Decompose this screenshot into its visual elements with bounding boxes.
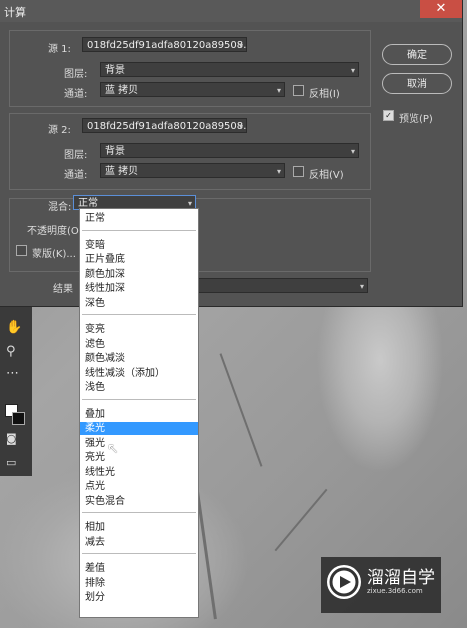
source1-channel-select[interactable]: 蓝 拷贝 ▾ xyxy=(100,82,285,97)
preview-checkbox[interactable]: ✓ xyxy=(383,110,394,121)
blend-mode-option[interactable]: 深色 xyxy=(80,297,198,310)
watermark-logo-icon xyxy=(327,565,361,599)
source1-invert-checkbox[interactable] xyxy=(293,85,304,96)
source1-channel-label: 通道: xyxy=(64,89,88,100)
blend-mode-dropdown: 正常变暗 正片叠底颜色加深 线性加深深色变亮滤色 颜色减淡线性减淡（添加） 浅色叠加 柔光… xyxy=(79,208,199,618)
source1-layer-label: 图层: xyxy=(64,69,88,80)
result-label: 结果 xyxy=(53,284,73,295)
watermark-url: zixue.3d66.com xyxy=(367,587,423,595)
source2-layer-select[interactable]: 背景 ▾ xyxy=(100,143,359,158)
quick-mask-icon[interactable]: ◙ xyxy=(6,432,17,445)
source2-layer-label: 图层: xyxy=(64,150,88,161)
blend-mode-option[interactable]: 亮光 xyxy=(80,451,198,464)
menu-separator xyxy=(82,512,196,513)
blend-mode-option[interactable]: 点光 xyxy=(80,480,198,493)
blend-mode-option[interactable]: 差值 xyxy=(80,562,198,575)
blend-mode-option[interactable]: 减去 xyxy=(80,536,198,549)
close-icon[interactable]: ✕ xyxy=(420,0,462,18)
source2-file-value: 018fd25df91adfa80120a89508… xyxy=(87,121,247,132)
blend-mode-option[interactable]: 滤色 xyxy=(80,338,198,351)
blend-mode-option[interactable]: 线性减淡（添加） xyxy=(80,367,198,380)
blend-mode-option[interactable]: 线性加深 xyxy=(80,282,198,295)
preview-label: 预览(P) xyxy=(399,114,433,125)
watermark-brand: 溜溜自学 xyxy=(367,568,435,588)
blend-label: 混合: xyxy=(48,202,72,213)
ok-button[interactable]: 确定 xyxy=(382,44,452,65)
zoom-icon[interactable]: ⚲ xyxy=(6,344,16,359)
source2-channel-select[interactable]: 蓝 拷贝 ▾ xyxy=(100,163,285,178)
blend-mode-option[interactable]: 线性光 xyxy=(80,466,198,479)
source2-file-select[interactable]: 018fd25df91adfa80120a89508… ▾ xyxy=(82,118,247,133)
menu-separator xyxy=(82,314,196,315)
blend-mode-option[interactable]: 叠加 xyxy=(80,408,198,421)
blend-mode-option[interactable]: 相加 xyxy=(80,521,198,534)
photo-edge xyxy=(219,353,263,467)
blend-mode-option[interactable]: 正常 xyxy=(80,212,198,225)
hand-icon[interactable]: ✋ xyxy=(6,320,22,335)
photo-edge xyxy=(274,488,328,552)
chevron-down-icon: ▾ xyxy=(350,66,355,75)
blend-mode-option[interactable]: 柔光 xyxy=(80,422,198,435)
calculations-dialog: 计算 ✕ 源 1: 018fd25df91adfa80120a89508… ▾ 图… xyxy=(0,0,463,307)
source2-layer-value: 背景 xyxy=(105,146,125,157)
mask-label: 蒙版(K)... xyxy=(32,249,76,260)
mask-checkbox[interactable] xyxy=(16,245,27,256)
chevron-down-icon: ▾ xyxy=(276,86,281,95)
chevron-down-icon: ▾ xyxy=(350,147,355,156)
source1-layer-select[interactable]: 背景 ▾ xyxy=(100,62,359,77)
source2-invert-label: 反相(V) xyxy=(309,170,344,181)
chevron-down-icon: ▾ xyxy=(359,282,364,291)
blend-mode-option[interactable]: 排除 xyxy=(80,577,198,590)
source1-layer-value: 背景 xyxy=(105,65,125,76)
source1-channel-value: 蓝 拷贝 xyxy=(105,85,139,96)
mouse-cursor-icon: ↖ xyxy=(107,441,119,457)
menu-separator xyxy=(82,229,196,231)
title-bar: 计算 ✕ xyxy=(0,0,462,22)
blend-mode-option[interactable]: 变亮 xyxy=(80,323,198,336)
result-select[interactable]: ▾ xyxy=(195,278,368,293)
chevron-down-icon: ▾ xyxy=(238,122,243,131)
background-color-swatch[interactable] xyxy=(12,412,25,425)
source2-channel-value: 蓝 拷贝 xyxy=(105,166,139,177)
chevron-down-icon: ▾ xyxy=(276,167,281,176)
blend-mode-option[interactable]: 划分 xyxy=(80,591,198,604)
more-tools-icon[interactable]: ⋯ xyxy=(6,366,19,381)
blend-mode-option[interactable]: 变暗 xyxy=(80,239,198,252)
blend-mode-option[interactable]: 正片叠底 xyxy=(80,253,198,266)
blend-mode-option[interactable]: 浅色 xyxy=(80,381,198,394)
blend-mode-option[interactable]: 强光 xyxy=(80,437,198,450)
source2-invert-checkbox[interactable] xyxy=(293,166,304,177)
opacity-label: 不透明度(O xyxy=(27,226,79,237)
menu-separator xyxy=(82,553,196,554)
menu-separator xyxy=(82,398,196,400)
blend-mode-option[interactable]: 实色混合 xyxy=(80,495,198,508)
blend-mode-option[interactable]: 颜色减淡 xyxy=(80,352,198,365)
cancel-button[interactable]: 取消 xyxy=(382,73,452,94)
blend-mode-option[interactable]: 颜色加深 xyxy=(80,268,198,281)
source2-label: 源 2: xyxy=(48,125,71,136)
source2-channel-label: 通道: xyxy=(64,170,88,181)
screen-mode-icon[interactable]: ▭ xyxy=(6,456,16,469)
source1-label: 源 1: xyxy=(48,44,71,55)
chevron-down-icon: ▾ xyxy=(238,41,243,50)
source1-file-value: 018fd25df91adfa80120a89508… xyxy=(87,40,247,51)
tools-panel: ✋ ⚲ ⋯ ◙ ▭ xyxy=(0,306,32,476)
source1-file-select[interactable]: 018fd25df91adfa80120a89508… ▾ xyxy=(82,37,247,52)
watermark: 溜溜自学 zixue.3d66.com xyxy=(321,557,441,613)
source1-invert-label: 反相(I) xyxy=(309,89,340,100)
dialog-title: 计算 xyxy=(4,6,26,19)
